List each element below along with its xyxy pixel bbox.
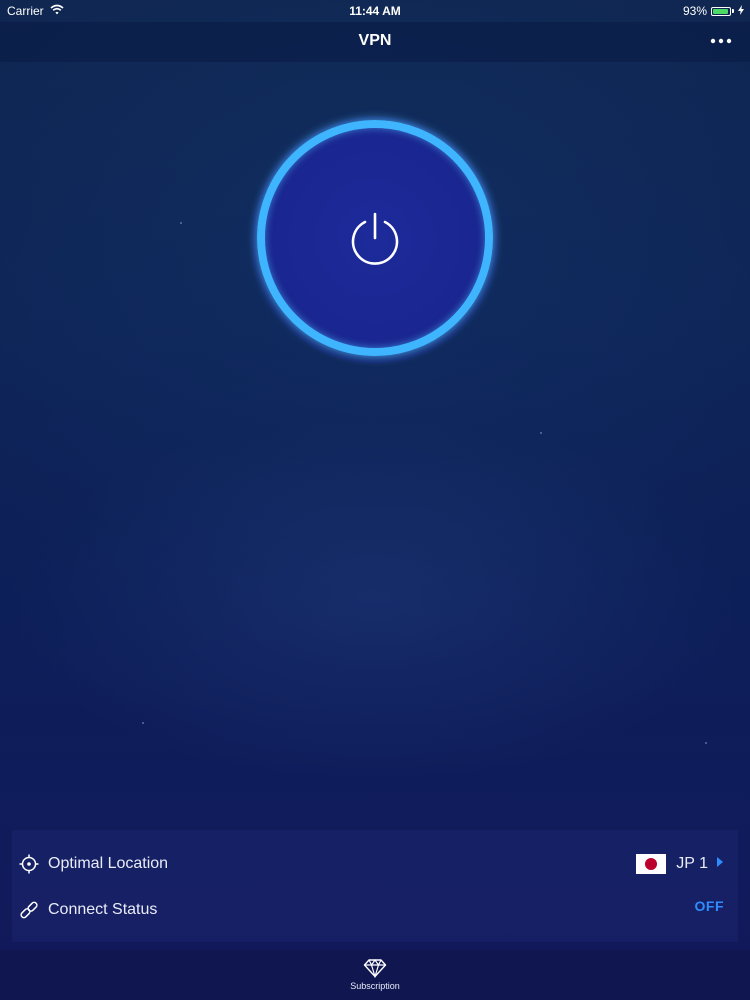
link-icon [18,899,40,921]
tab-bar: Subscription [0,950,750,1000]
location-row[interactable]: Optimal Location JP 1 [12,844,738,884]
tab-subscription[interactable]: Subscription [335,958,415,998]
japan-flag-icon [636,854,667,874]
sparkle [142,722,144,724]
status-bar: Carrier 11:44 AM 93% [0,0,750,22]
connection-info-panel: Optimal Location JP 1 Connect Status OFF [12,830,738,942]
location-label: Optimal Location [48,855,169,872]
battery-icon [711,6,731,16]
status-row: Connect Status OFF [12,890,738,930]
flag-circle [645,858,658,870]
status-value-wrap: OFF [695,890,725,930]
nav-bar: VPN [0,22,750,62]
sparkle [705,742,707,744]
clock: 11:44 AM [349,4,401,18]
battery-cap [732,9,734,13]
status-label: Connect Status [48,901,158,918]
more-icon [710,38,732,44]
charging-icon [738,4,744,18]
server-selector[interactable]: JP 1 [636,844,724,884]
status-right: 93% [683,4,744,18]
chevron-right-icon [716,855,724,873]
crosshair-icon [18,853,40,875]
server-name: JP 1 [676,855,708,872]
page-title: VPN [358,32,392,49]
sparkle [180,222,182,224]
power-icon [351,212,399,265]
connection-status-value: OFF [694,898,724,914]
diamond-icon [363,958,387,978]
battery-fill [713,8,728,14]
sparkle [540,432,542,434]
connect-button[interactable] [245,110,505,370]
vpn-screen: Carrier 11:44 AM 93% VPN Optimal Locatio… [0,0,750,1000]
battery-percent: 93% [682,4,707,18]
tab-label: Subscription [350,981,400,991]
more-options-button[interactable] [706,30,736,52]
